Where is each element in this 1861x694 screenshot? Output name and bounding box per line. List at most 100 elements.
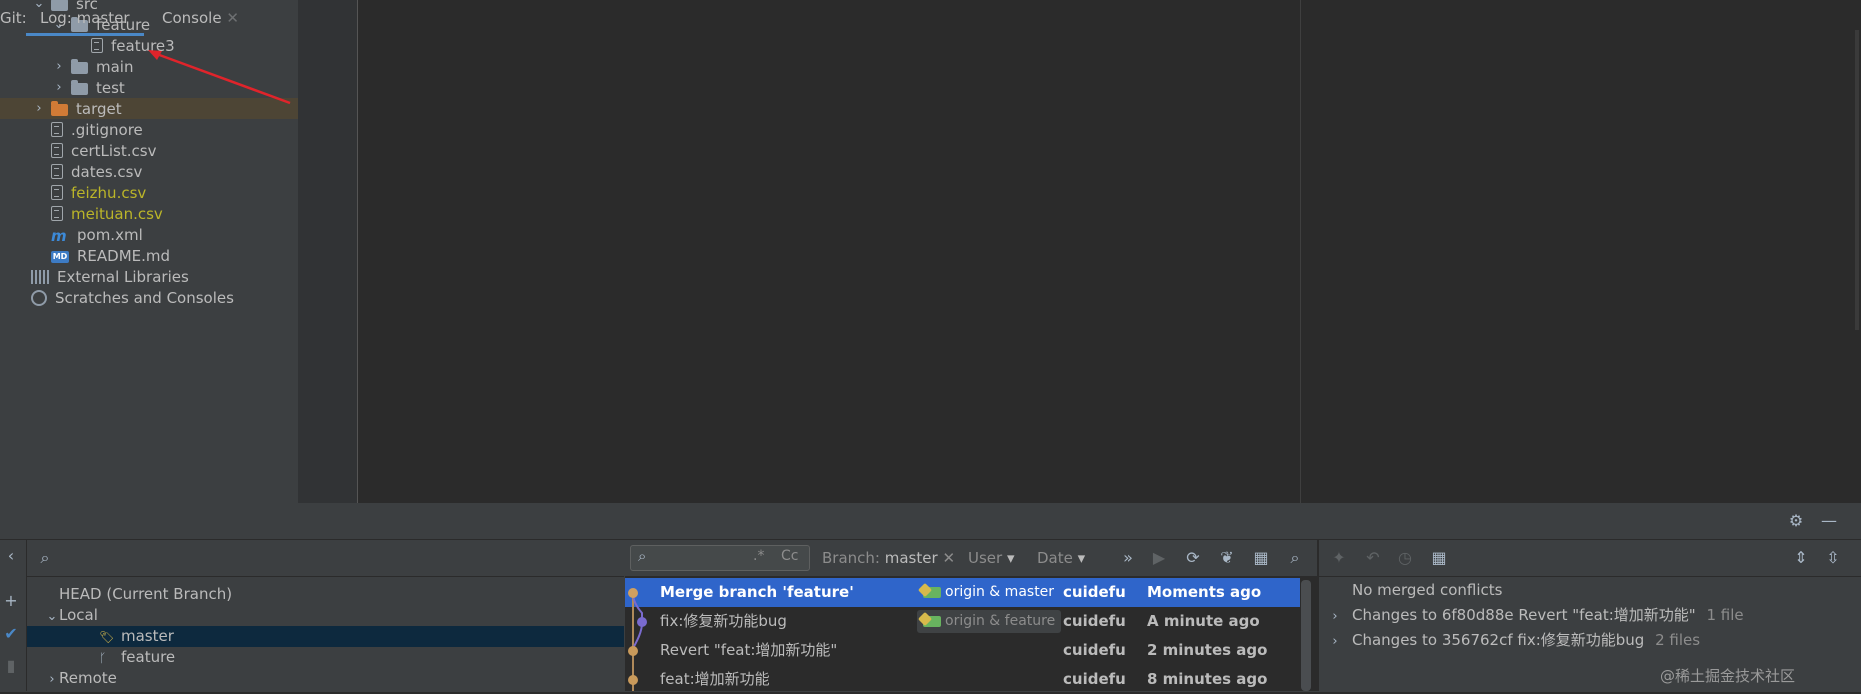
branch-item[interactable]: ⌄ Local — [27, 605, 624, 626]
tree-item[interactable]: Scratches and Consoles — [0, 287, 298, 308]
file-icon — [51, 185, 63, 200]
excluded-folder-icon — [51, 101, 68, 116]
regex-toggle[interactable]: .* — [753, 548, 764, 564]
folder-icon — [71, 59, 88, 74]
tree-item[interactable]: certList.csv — [0, 140, 298, 161]
tree-item[interactable]: External Libraries — [0, 266, 298, 287]
gear-icon[interactable]: ⚙ — [1785, 510, 1807, 532]
log-scrollbar[interactable] — [1301, 580, 1311, 691]
tab-console[interactable]: Console ✕ — [162, 0, 239, 36]
editor-area[interactable] — [298, 0, 1861, 503]
branch-label: Local — [59, 606, 98, 624]
merge-icon[interactable]: ✦ — [1328, 547, 1350, 569]
chevron-down-icon[interactable]: ⌄ — [45, 606, 59, 627]
commit-graph — [628, 588, 647, 691]
editor-scrollbar[interactable] — [1855, 30, 1859, 330]
close-icon[interactable]: ✕ — [942, 549, 955, 567]
chevron-right-icon[interactable]: › — [45, 669, 59, 690]
tree-item[interactable]: .gitignore — [0, 119, 298, 140]
tag-icon: 🏷 — [99, 630, 115, 644]
branch-item[interactable]: › Remote — [27, 668, 624, 689]
search-icon: ⌕ — [40, 548, 50, 567]
tree-item-label: README.md — [77, 246, 171, 265]
commit-row[interactable]: feat:增加新功能 cuidefu 8 minutes ago — [625, 665, 1300, 694]
tree-item[interactable]: meituan.csv — [0, 203, 298, 224]
gutter-divider — [357, 0, 358, 503]
log-search-input[interactable]: ⌕ .* Cc — [630, 545, 810, 571]
editor-right-margin — [1300, 0, 1301, 503]
branch-filter-value: master — [884, 549, 938, 567]
delete-icon[interactable]: ▮ — [0, 655, 22, 677]
commit-date: 8 minutes ago — [1147, 670, 1268, 688]
group-by-icon[interactable]: ▦ — [1428, 547, 1450, 569]
user-filter[interactable]: User ▾ — [968, 540, 1015, 576]
commit-message: fix:修复新功能bug — [660, 612, 787, 630]
branch-tag: origin & master — [917, 581, 1060, 604]
cherry-pick-icon[interactable]: ❦ — [1216, 547, 1238, 569]
details-item[interactable]: No merged conflicts — [1318, 578, 1861, 603]
undo-icon[interactable]: ↶ — [1362, 547, 1384, 569]
branch-item[interactable]: 🏷 master — [27, 626, 624, 647]
markdown-icon: MD — [51, 250, 69, 263]
branch-item[interactable]: HEAD (Current Branch) — [27, 584, 624, 605]
folder-icon — [71, 80, 88, 95]
details-item[interactable]: › Changes to 6f80d88e Revert "feat:增加新功能"… — [1318, 603, 1861, 628]
libraries-icon — [31, 269, 49, 284]
date-filter[interactable]: Date ▾ — [1037, 540, 1085, 576]
commit-message: Merge branch 'feature' — [660, 583, 854, 601]
tree-item-label: .gitignore — [71, 120, 143, 139]
tree-item[interactable]: MD README.md — [0, 245, 298, 266]
chevron-right-icon[interactable]: › — [1326, 604, 1344, 629]
collapse-all-icon[interactable]: ⇳ — [1822, 547, 1844, 569]
refresh-icon[interactable]: ⟳ — [1182, 547, 1204, 569]
graph-options-icon[interactable]: ▦ — [1250, 547, 1272, 569]
tree-item-label: certList.csv — [71, 141, 157, 160]
commit-author: cuidefu — [1063, 670, 1126, 688]
file-count: 1 file — [1701, 606, 1744, 624]
branch-filter[interactable]: Branch: master ✕ — [822, 540, 955, 576]
branch-search-bar[interactable] — [27, 540, 624, 577]
details-text: No merged conflicts — [1352, 581, 1503, 599]
history-icon[interactable]: ◷ — [1394, 547, 1416, 569]
tree-item[interactable]: feizhu.csv — [0, 182, 298, 203]
more-icon[interactable]: » — [1117, 547, 1139, 569]
tree-item[interactable]: m pom.xml — [0, 224, 298, 245]
tag-icon — [923, 616, 941, 627]
tree-item-label: feizhu.csv — [71, 183, 147, 202]
tree-item[interactable]: dates.csv — [0, 161, 298, 182]
branch-tag-label: origin & feature — [945, 613, 1056, 629]
commit-row[interactable]: fix:修复新功能bug origin & feature cuidefu A min… — [625, 607, 1300, 636]
chevron-right-icon[interactable]: › — [32, 101, 46, 116]
branch-item[interactable]: ᚴ feature — [27, 647, 624, 668]
scratches-icon — [31, 289, 47, 306]
add-icon[interactable]: + — [0, 590, 22, 612]
commit-row[interactable]: Revert "feat:增加新功能" cuidefu 2 minutes ago — [625, 636, 1300, 665]
maven-icon: m — [51, 226, 67, 245]
tree-item-label: pom.xml — [77, 225, 143, 244]
close-icon[interactable]: ✕ — [226, 9, 239, 27]
match-case-toggle[interactable]: Cc — [781, 548, 798, 564]
branch-label: Remote — [59, 669, 117, 687]
play-icon[interactable]: ▶ — [1148, 547, 1170, 569]
details-item[interactable]: › Changes to 356762cf fix:修复新功能bug 2 file… — [1318, 628, 1861, 653]
checkout-icon[interactable]: ✔ — [0, 623, 22, 645]
collapse-arrow-icon[interactable]: ‹ — [0, 545, 22, 567]
tab-log-master[interactable]: Log: master — [26, 0, 144, 36]
annotation-arrow — [148, 50, 291, 105]
tree-item-label: dates.csv — [71, 162, 143, 181]
tree-item-label: External Libraries — [57, 267, 189, 286]
expand-all-icon[interactable]: ⇕ — [1790, 547, 1812, 569]
commit-message: feat:增加新功能 — [660, 670, 770, 688]
branch-tag-label: origin & master — [945, 584, 1055, 600]
user-filter-label: User — [968, 549, 1003, 567]
watermark: @稀土掘金技术社区 — [1660, 667, 1796, 685]
search-icon[interactable]: ⌕ — [1284, 547, 1306, 569]
chevron-right-icon[interactable]: › — [1326, 629, 1344, 654]
file-icon — [91, 38, 103, 53]
details-text: Changes to 356762cf fix:修复新功能bug — [1352, 631, 1645, 649]
chevron-right-icon[interactable]: › — [52, 59, 66, 74]
minimize-icon[interactable]: — — [1818, 510, 1840, 532]
file-count: 2 files — [1650, 631, 1701, 649]
commit-row[interactable]: Merge branch 'feature' origin & master cui… — [625, 578, 1300, 607]
chevron-right-icon[interactable]: › — [52, 80, 66, 95]
